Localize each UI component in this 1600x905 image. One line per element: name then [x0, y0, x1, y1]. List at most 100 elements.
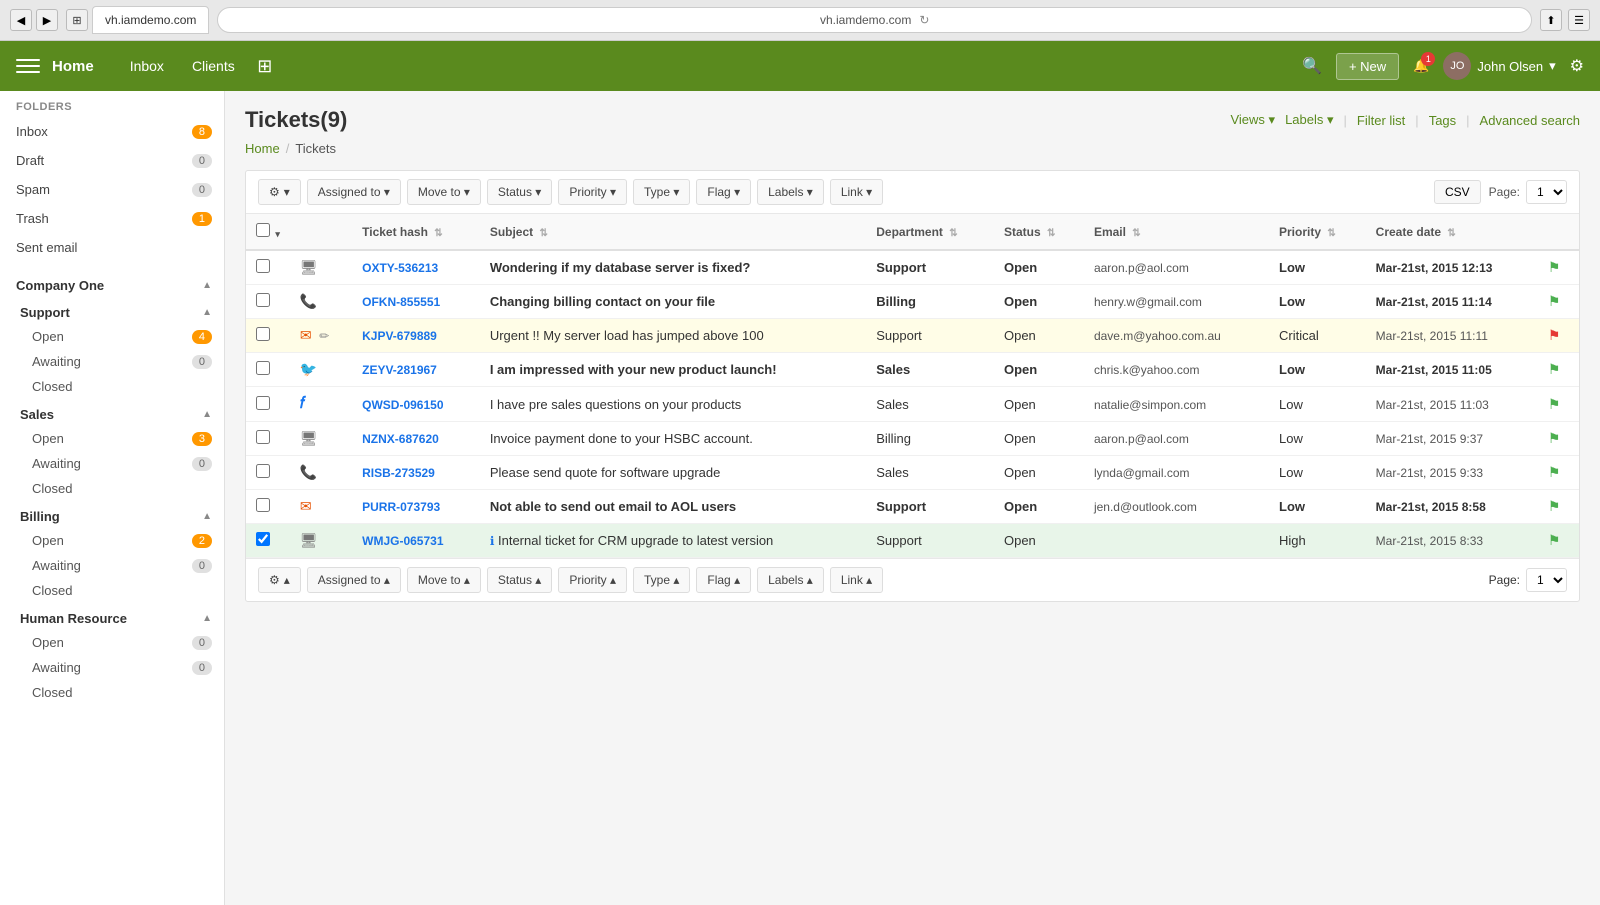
th-ticket-hash[interactable]: Ticket hash ⇅ — [352, 214, 480, 250]
bottom-priority-button[interactable]: Priority ▴ — [558, 567, 627, 593]
bookmark-button[interactable]: ☰ — [1568, 9, 1590, 31]
select-all-checkbox[interactable] — [256, 223, 270, 237]
new-button[interactable]: + New — [1336, 53, 1399, 80]
sales-group-header[interactable]: Sales ▲ — [0, 399, 224, 426]
flag-icon[interactable]: ⚑ — [1548, 259, 1561, 275]
billing-awaiting-item[interactable]: Awaiting 0 — [0, 553, 224, 578]
ticket-subject[interactable]: I am impressed with your new product lau… — [490, 362, 777, 377]
menu-toggle-button[interactable] — [16, 54, 40, 78]
bottom-move-to-button[interactable]: Move to ▴ — [407, 567, 481, 593]
status-button[interactable]: Status ▾ — [487, 179, 552, 205]
search-icon[interactable]: 🔍 — [1302, 56, 1322, 76]
ticket-hash[interactable]: WMJG-065731 — [362, 534, 443, 548]
ticket-subject[interactable]: Changing billing contact on your file — [490, 294, 715, 309]
billing-open-item[interactable]: Open 2 — [0, 528, 224, 553]
row-checkbox[interactable] — [256, 327, 270, 341]
ticket-subject[interactable]: I have pre sales questions on your produ… — [490, 397, 741, 412]
user-menu[interactable]: JO John Olsen ▾ — [1443, 52, 1555, 80]
csv-button[interactable]: CSV — [1434, 180, 1481, 204]
human-resource-group-header[interactable]: Human Resource ▲ — [0, 603, 224, 630]
row-checkbox[interactable] — [256, 396, 270, 410]
ticket-subject[interactable]: Wondering if my database server is fixed… — [490, 260, 751, 275]
inbox-nav-link[interactable]: Inbox — [118, 52, 176, 80]
bottom-link-button[interactable]: Link ▴ — [830, 567, 883, 593]
page-select[interactable]: 1 — [1526, 180, 1567, 204]
reload-icon[interactable]: ↻ — [919, 13, 929, 27]
bottom-page-select[interactable]: 1 — [1526, 568, 1567, 592]
flag-icon[interactable]: ⚑ — [1548, 327, 1561, 343]
billing-group-header[interactable]: Billing ▲ — [0, 501, 224, 528]
support-closed-item[interactable]: Closed — [0, 374, 224, 399]
share-button[interactable]: ⬆ — [1540, 9, 1562, 31]
ticket-subject[interactable]: Please send quote for software upgrade — [490, 465, 721, 480]
row-checkbox[interactable] — [256, 464, 270, 478]
flag-icon[interactable]: ⚑ — [1548, 396, 1561, 412]
move-to-button[interactable]: Move to ▾ — [407, 179, 481, 205]
th-status[interactable]: Status ⇅ — [994, 214, 1084, 250]
ticket-hash[interactable]: ZEYV-281967 — [362, 363, 437, 377]
bottom-flag-button[interactable]: Flag ▴ — [696, 567, 751, 593]
sidebar-item-draft[interactable]: Draft 0 — [0, 146, 224, 175]
bottom-assigned-to-button[interactable]: Assigned to ▴ — [307, 567, 401, 593]
labels-link[interactable]: Labels ▾ — [1285, 112, 1333, 128]
sidebar-item-trash[interactable]: Trash 1 — [0, 204, 224, 233]
bottom-type-button[interactable]: Type ▴ — [633, 567, 690, 593]
forward-button[interactable]: ▶ — [36, 9, 58, 31]
row-checkbox[interactable] — [256, 532, 270, 546]
ticket-hash[interactable]: OXTY-536213 — [362, 261, 438, 275]
notification-bell[interactable]: 🔔 1 — [1413, 58, 1429, 74]
breadcrumb-home[interactable]: Home — [245, 141, 280, 156]
row-checkbox[interactable] — [256, 259, 270, 273]
ticket-hash[interactable]: OFKN-855551 — [362, 295, 440, 309]
bottom-status-button[interactable]: Status ▴ — [487, 567, 552, 593]
address-bar[interactable]: vh.iamdemo.com ↻ — [217, 7, 1532, 33]
th-priority[interactable]: Priority ⇅ — [1269, 214, 1366, 250]
ticket-subject[interactable]: Urgent !! My server load has jumped abov… — [490, 328, 764, 343]
sales-closed-item[interactable]: Closed — [0, 476, 224, 501]
sales-open-item[interactable]: Open 3 — [0, 426, 224, 451]
settings-icon[interactable]: ⚙ — [1570, 56, 1584, 76]
views-link[interactable]: Views ▾ — [1230, 112, 1275, 128]
link-button[interactable]: Link ▾ — [830, 179, 883, 205]
filter-list-link[interactable]: Filter list — [1357, 113, 1405, 128]
ticket-subject[interactable]: Internal ticket for CRM upgrade to lates… — [498, 533, 773, 548]
row-checkbox[interactable] — [256, 293, 270, 307]
row-checkbox[interactable] — [256, 361, 270, 375]
tags-link[interactable]: Tags — [1429, 113, 1456, 128]
support-awaiting-item[interactable]: Awaiting 0 — [0, 349, 224, 374]
flag-icon[interactable]: ⚑ — [1548, 293, 1561, 309]
company-one-group-header[interactable]: Company One ▲ — [0, 270, 224, 297]
th-email[interactable]: Email ⇅ — [1084, 214, 1269, 250]
support-open-item[interactable]: Open 4 — [0, 324, 224, 349]
flag-icon[interactable]: ⚑ — [1548, 464, 1561, 480]
flag-icon[interactable]: ⚑ — [1548, 430, 1561, 446]
gear-dropdown[interactable]: ⚙ ▾ — [258, 179, 301, 205]
flag-button[interactable]: Flag ▾ — [696, 179, 751, 205]
bottom-labels-button[interactable]: Labels ▴ — [757, 567, 824, 593]
bottom-gear-dropdown[interactable]: ⚙ ▴ — [258, 567, 301, 593]
ticket-hash[interactable]: NZNX-687620 — [362, 432, 439, 446]
priority-button[interactable]: Priority ▾ — [558, 179, 627, 205]
sidebar-item-spam[interactable]: Spam 0 — [0, 175, 224, 204]
support-group-header[interactable]: Support ▲ — [0, 297, 224, 324]
hr-open-item[interactable]: Open 0 — [0, 630, 224, 655]
flag-icon[interactable]: ⚑ — [1548, 498, 1561, 514]
sales-awaiting-item[interactable]: Awaiting 0 — [0, 451, 224, 476]
flag-icon[interactable]: ⚑ — [1548, 361, 1561, 377]
back-button[interactable]: ◀ — [10, 9, 32, 31]
flag-icon[interactable]: ⚑ — [1548, 532, 1561, 548]
advanced-search-link[interactable]: Advanced search — [1480, 113, 1580, 128]
th-department[interactable]: Department ⇅ — [866, 214, 994, 250]
ticket-hash[interactable]: PURR-073793 — [362, 500, 440, 514]
home-nav-link[interactable]: Home — [52, 58, 94, 75]
clients-nav-link[interactable]: Clients — [180, 52, 247, 80]
grid-icon[interactable]: ⊞ — [251, 52, 279, 80]
ticket-hash[interactable]: QWSD-096150 — [362, 398, 443, 412]
th-subject[interactable]: Subject ⇅ — [480, 214, 866, 250]
ticket-subject[interactable]: Invoice payment done to your HSBC accoun… — [490, 431, 753, 446]
billing-closed-item[interactable]: Closed — [0, 578, 224, 603]
tab-list-button[interactable]: ⊞ — [66, 9, 88, 31]
sidebar-item-inbox[interactable]: Inbox 8 — [0, 117, 224, 146]
ticket-subject[interactable]: Not able to send out email to AOL users — [490, 499, 736, 514]
assigned-to-button[interactable]: Assigned to ▾ — [307, 179, 401, 205]
